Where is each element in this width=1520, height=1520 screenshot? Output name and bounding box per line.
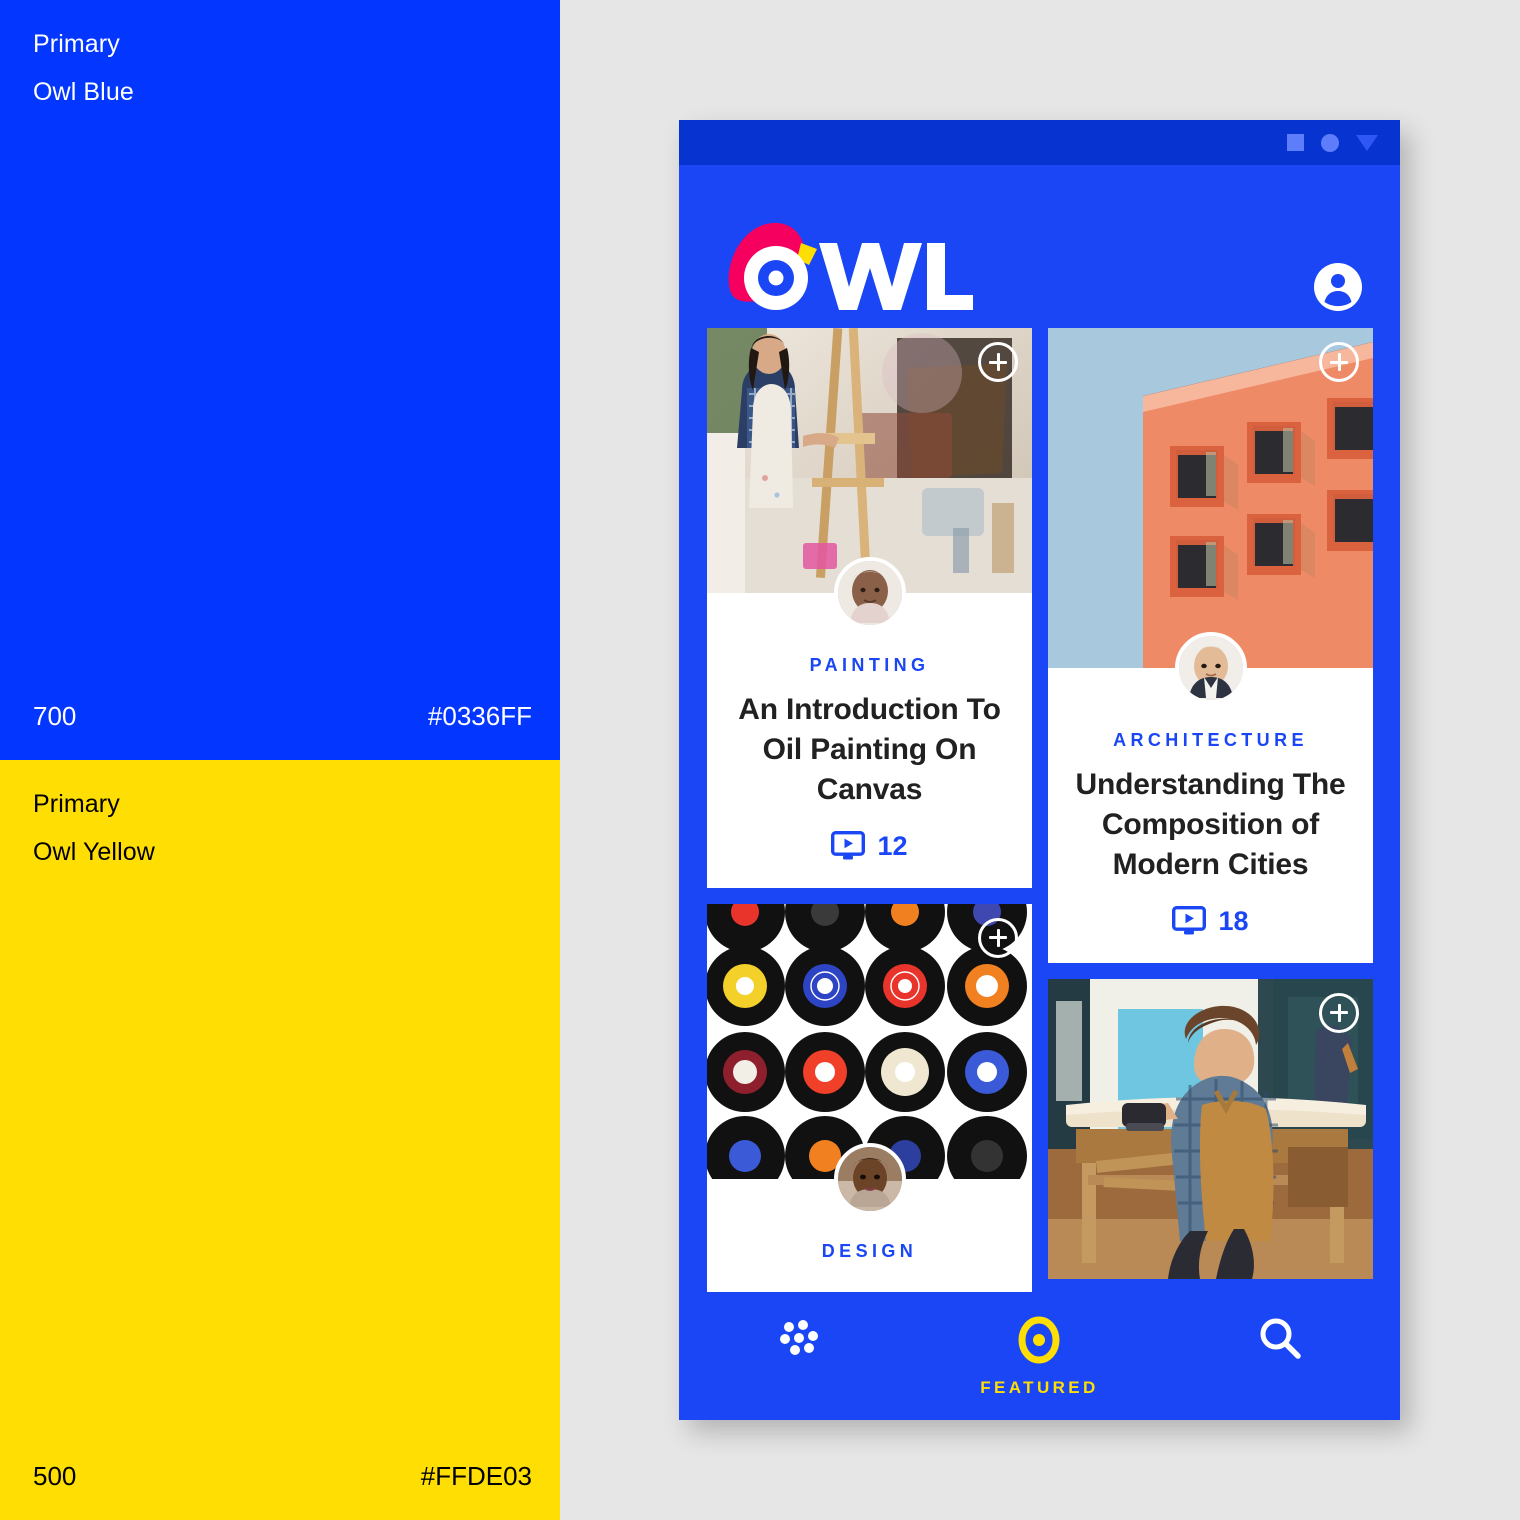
course-card[interactable]: ARCHITECTURE Understanding The Compositi…: [1048, 328, 1373, 963]
phone-mockup: PAINTING An Introduction To Oil Painting…: [679, 120, 1400, 1420]
swatch-hex-label: #0336FF: [427, 701, 532, 731]
design-sheet: Primary Owl Blue 700 #0336FF Primary Owl…: [0, 0, 1520, 1520]
swatch-weight-label: 500: [33, 1461, 77, 1491]
card-column-left: PAINTING An Introduction To Oil Painting…: [707, 328, 1032, 1318]
swatch-hex-label: #FFDE03: [420, 1461, 532, 1491]
card-image: [1048, 328, 1373, 668]
nav-item-featured[interactable]: FEATURED: [964, 1316, 1114, 1398]
card-column-right: ARCHITECTURE Understanding The Compositi…: [1048, 328, 1373, 1295]
card-image: [707, 903, 1032, 1179]
swatch-role-label: Primary: [33, 790, 120, 818]
instructor-avatar[interactable]: [833, 1142, 906, 1215]
nav-label-featured: FEATURED: [980, 1378, 1099, 1397]
status-bar: [679, 120, 1400, 165]
swatch-role-label: Primary: [33, 30, 120, 58]
architecture-photo: [1048, 328, 1373, 668]
bottom-navigation: FEATURED: [679, 1292, 1400, 1420]
course-card[interactable]: [1048, 978, 1373, 1279]
card-image: [707, 328, 1032, 593]
card-image: [1048, 978, 1373, 1279]
card-category: PAINTING: [809, 655, 930, 675]
card-video-meta: 18: [1064, 906, 1357, 937]
video-count: 18: [1218, 905, 1249, 936]
course-card[interactable]: PAINTING An Introduction To Oil Painting…: [707, 328, 1032, 888]
nav-item-browse[interactable]: [724, 1316, 874, 1362]
card-video-meta: 12: [723, 831, 1016, 862]
swatch-owl-yellow: Primary Owl Yellow 500 #FFDE03: [0, 760, 560, 1520]
circle-icon: [1321, 133, 1339, 152]
card-category: DESIGN: [821, 1240, 918, 1261]
plus-circle-icon[interactable]: [1319, 992, 1359, 1033]
swatch-name-label: Owl Blue: [33, 78, 134, 106]
square-icon: [1287, 134, 1304, 151]
instructor-avatar[interactable]: [833, 557, 906, 629]
owl-eye-icon: [964, 1316, 1114, 1366]
search-icon: [1205, 1316, 1355, 1362]
card-body: PAINTING An Introduction To Oil Painting…: [707, 593, 1032, 888]
triangle-down-icon: [1356, 134, 1378, 151]
nav-item-search[interactable]: [1205, 1316, 1355, 1362]
swatch-weight-label: 700: [33, 701, 77, 731]
card-title: An Introduction To Oil Painting On Canva…: [738, 693, 1001, 807]
swatch-footer: 500 #FFDE03: [0, 1461, 560, 1493]
owl-logo[interactable]: [713, 215, 973, 320]
card-grid: PAINTING An Introduction To Oil Painting…: [679, 328, 1400, 1420]
card-title: Understanding The Composition of Modern …: [1075, 768, 1346, 882]
color-swatch-panel: Primary Owl Blue 700 #0336FF Primary Owl…: [0, 0, 560, 1520]
video-monitor-icon: [831, 831, 866, 861]
account-avatar-button[interactable]: [1314, 263, 1362, 311]
video-monitor-icon: [1172, 906, 1207, 936]
dots-grid-icon: [724, 1316, 874, 1362]
swatch-name-label: Owl Yellow: [33, 838, 155, 866]
swatch-footer: 700 #0336FF: [0, 701, 560, 733]
course-card[interactable]: DESIGN: [707, 903, 1032, 1302]
app-bar: [679, 165, 1400, 328]
video-count: 12: [877, 830, 908, 861]
card-category: ARCHITECTURE: [1113, 730, 1308, 750]
plus-circle-icon[interactable]: [978, 917, 1018, 958]
instructor-avatar[interactable]: [1174, 632, 1247, 704]
card-body: ARCHITECTURE Understanding The Compositi…: [1048, 668, 1373, 963]
swatch-owl-blue: Primary Owl Blue 700 #0336FF: [0, 0, 560, 760]
plus-circle-icon[interactable]: [1319, 342, 1359, 382]
status-bar-icons: [1287, 120, 1378, 165]
plus-circle-icon[interactable]: [978, 342, 1018, 382]
